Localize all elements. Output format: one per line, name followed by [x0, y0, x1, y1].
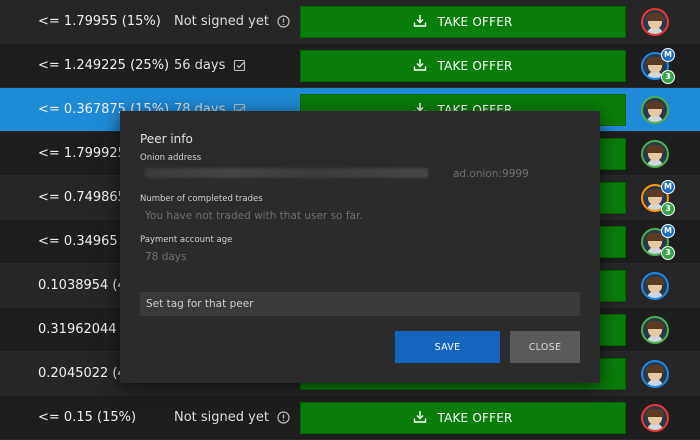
mediator-badge: M — [661, 48, 675, 62]
close-button[interactable]: CLOSE — [510, 331, 580, 363]
offer-row[interactable]: <= 0.15 (15%) Not signed yet TAKE OFFER — [0, 396, 700, 440]
offer-row[interactable]: <= 0.34965 (2 M 3 — [0, 220, 700, 264]
check-icon — [233, 103, 246, 116]
offer-price: <= 0.749865 ( — [38, 190, 136, 205]
save-button[interactable]: SAVE — [395, 331, 500, 363]
take-offer-button[interactable] — [300, 182, 626, 214]
offer-row[interactable]: <= 1.249225 (25%) 56 days TAKE OFFER M 3 — [0, 44, 700, 88]
avatar-icon — [641, 96, 669, 124]
offer-price: <= 1.249225 (25%) — [38, 58, 170, 73]
offer-price: <= 0.367875 (15%) — [38, 102, 170, 117]
offer-price: 0.2045022 (4 — [38, 366, 126, 381]
download-icon — [413, 410, 427, 427]
avatar-icon — [641, 8, 669, 36]
signing-status-text: 78 days — [174, 102, 226, 117]
info-icon — [277, 15, 290, 28]
download-icon — [413, 102, 427, 119]
avatar-icon — [641, 404, 669, 432]
check-icon — [233, 59, 246, 72]
offer-row[interactable]: <= 0.749865 (M 3 — [0, 176, 700, 220]
info-icon — [277, 411, 290, 424]
offer-row[interactable]: <= 0.367875 (15%) 78 days TAKE OFFER — [0, 88, 700, 132]
peer-avatar[interactable]: M3 — [641, 48, 675, 84]
peer-avatar[interactable] — [641, 8, 669, 36]
offer-row[interactable]: 0.2045022 (4 — [0, 352, 700, 396]
take-offer-button[interactable]: TAKE OFFER — [300, 94, 626, 126]
avatar-icon — [641, 140, 669, 168]
trade-count-badge: 3 — [661, 70, 675, 84]
take-offer-label: TAKE OFFER — [437, 411, 513, 425]
offer-price: <= 0.15 (15%) — [38, 410, 137, 425]
avatar-icon — [641, 272, 669, 300]
take-offer-button[interactable]: TAKE OFFER — [300, 6, 626, 38]
peer-avatar[interactable] — [641, 96, 669, 124]
take-offer-label: TAKE OFFER — [437, 59, 513, 73]
take-offer-label: TAKE OFFER — [437, 103, 513, 117]
offer-row[interactable]: <= 1.799925 ( — [0, 132, 700, 176]
take-offer-button[interactable]: TAKE OFFER — [300, 50, 626, 82]
avatar-icon — [641, 360, 669, 388]
take-offer-button[interactable] — [300, 138, 626, 170]
signing-status: 78 days — [174, 102, 246, 117]
take-offer-label: TAKE OFFER — [437, 15, 513, 29]
download-icon — [413, 14, 427, 31]
mediator-badge: M — [661, 224, 675, 238]
offer-price: 0.1038954 (4 — [38, 278, 126, 293]
peer-avatar[interactable] — [641, 316, 669, 344]
signing-status-text: Not signed yet — [174, 14, 269, 29]
offer-row[interactable]: <= 1.79955 (15%) Not signed yet TAKE OFFER — [0, 0, 700, 44]
avatar-icon — [641, 316, 669, 344]
mediator-badge: M — [661, 180, 675, 194]
peer-tag-input[interactable] — [140, 292, 580, 316]
signing-status: Not signed yet — [174, 410, 290, 425]
peer-avatar[interactable] — [641, 360, 669, 388]
take-offer-button[interactable]: TAKE OFFER — [300, 402, 626, 434]
take-offer-button[interactable] — [300, 226, 626, 258]
signing-status-text: 56 days — [174, 58, 226, 73]
trade-count-badge: 3 — [661, 246, 675, 260]
offer-price: <= 0.34965 (2 — [38, 234, 136, 249]
peer-avatar[interactable]: M3 — [641, 224, 675, 260]
signing-status: Not signed yet — [174, 14, 290, 29]
trade-count-badge: 3 — [661, 202, 675, 216]
peer-avatar[interactable] — [641, 140, 669, 168]
peer-avatar[interactable]: M3 — [641, 180, 675, 216]
signing-status-text: Not signed yet — [174, 410, 269, 425]
download-icon — [413, 58, 427, 75]
signing-status: 56 days — [174, 58, 246, 73]
offer-price: 0.31962044 ( — [38, 322, 126, 337]
peer-avatar[interactable] — [641, 404, 669, 432]
offer-table: <= 1.79955 (15%) Not signed yet TAKE OFFER… — [0, 0, 700, 440]
offer-price: <= 1.799925 ( — [38, 146, 136, 161]
peer-avatar[interactable] — [641, 272, 669, 300]
offer-price: <= 1.79955 (15%) — [38, 14, 161, 29]
